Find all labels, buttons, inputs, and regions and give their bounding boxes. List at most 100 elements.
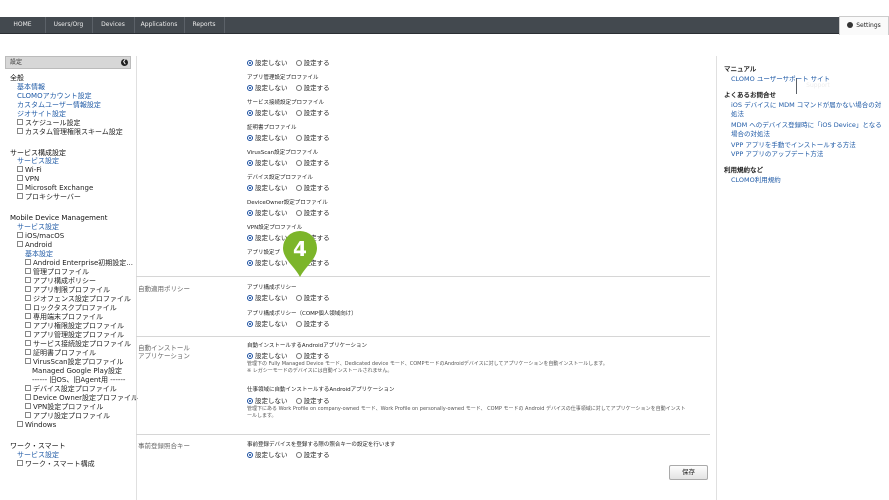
profile-label-app-setting: アプリ設定プ <box>247 250 281 256</box>
radio-off[interactable] <box>247 235 253 241</box>
radio-on[interactable] <box>295 85 302 91</box>
radio-on[interactable] <box>295 185 302 191</box>
radio-on[interactable] <box>295 398 302 404</box>
radio-off[interactable] <box>247 353 253 359</box>
sidebar-item-service-conn[interactable]: サービス接続設定プロファイル <box>25 340 131 349</box>
nav-reports[interactable]: Reports <box>184 17 225 33</box>
sidebar-item-label: 管理プロファイル <box>33 268 89 276</box>
radio-on[interactable] <box>295 110 302 116</box>
nav-users-org[interactable]: Users/Org <box>45 17 93 33</box>
sidebar-item-app-perm[interactable]: アプリ権限設定プロファイル <box>25 322 124 331</box>
faq-link-ios-device-cont[interactable]: 場合の対処法 <box>731 128 770 138</box>
sidebar-item-custom-admin[interactable]: カスタム管理権限スキーム設定 <box>17 128 123 137</box>
sidebar-item-label: Android <box>25 241 53 249</box>
radio-off[interactable] <box>247 398 253 404</box>
profile-label-app-mgmt: アプリ管理設定プロファイル <box>247 75 319 81</box>
sidebar-item-geosite[interactable]: ジオサイト設定 <box>17 110 66 119</box>
sidebar-item-service-settings[interactable]: サービス設定 <box>17 157 59 166</box>
terms-link[interactable]: CLOMO利用規約 <box>731 174 781 184</box>
sidebar-item-android[interactable]: Android <box>17 241 52 250</box>
radio-on[interactable] <box>295 452 302 458</box>
sidebar-item-virusscan[interactable]: VirusScan設定プロファイル <box>25 358 124 367</box>
radio-off[interactable] <box>247 60 253 66</box>
expand-icon <box>25 340 31 346</box>
nav-settings-label: Settings <box>856 22 881 29</box>
nav-settings[interactable]: Settings <box>839 16 889 35</box>
sidebar-item-ae-initial[interactable]: Android Enterprise初期設定... <box>25 259 133 268</box>
manual-link[interactable]: CLOMO ユーザーサポート サイト <box>731 73 830 83</box>
policy-label-app-config-comp: アプリ構成ポリシー（COMP個人領域向け） <box>247 311 357 317</box>
sidebar-item-geofence[interactable]: ジオフェンス設定プロファイル <box>25 295 131 304</box>
sidebar-item-clomo-account[interactable]: CLOMOアカウント設定 <box>17 92 92 101</box>
sidebar-item-dedicated[interactable]: 専用端末プロファイル <box>25 313 103 322</box>
faq-link-mdm-command-cont[interactable]: 処法 <box>731 108 744 118</box>
sidebar-item-proxy[interactable]: プロキシサーバー <box>17 193 81 202</box>
sidebar-item-label: デバイス設定プロファイル <box>33 385 117 393</box>
radio-label: 設定しない <box>255 134 288 142</box>
sidebar-item-vpn[interactable]: VPN <box>17 175 39 184</box>
radio-on[interactable] <box>295 160 302 166</box>
nav-home[interactable]: HOME <box>0 17 46 33</box>
sidebar-item-label: アプリ構成ポリシー <box>33 277 96 285</box>
radio-on[interactable] <box>295 210 302 216</box>
sidebar-item-app-restrict[interactable]: アプリ制限プロファイル <box>25 286 110 295</box>
sidebar-item-lock-task[interactable]: ロックタスクプロファイル <box>25 304 117 313</box>
radio-off[interactable] <box>247 295 253 301</box>
sidebar-item-device-owner[interactable]: Device Owner設定プロファイル <box>25 394 138 403</box>
expand-icon <box>25 412 31 418</box>
radio-on[interactable] <box>295 321 302 327</box>
sidebar-item-vpn-profile[interactable]: VPN設定プロファイル <box>25 403 103 412</box>
sidebar-item-custom-user[interactable]: カスタムユーザー情報設定 <box>17 101 101 110</box>
sidebar-item-app-mgmt[interactable]: アプリ管理設定プロファイル <box>25 331 124 340</box>
sidebar-item-ios-macos[interactable]: iOS/macOS <box>17 232 64 241</box>
sidebar-item-label: アプリ設定プロファイル <box>33 412 110 420</box>
radio-label: 設定しない <box>255 397 288 405</box>
nav-applications[interactable]: Applications <box>134 17 185 33</box>
radio-on[interactable] <box>295 353 302 359</box>
radio-group-top: 設定しない 設定する <box>247 57 330 67</box>
sidebar-item-label: ジオフェンス設定プロファイル <box>33 295 131 303</box>
expand-icon <box>25 313 31 319</box>
radio-off[interactable] <box>247 85 253 91</box>
sidebar-item-exchange[interactable]: Microsoft Exchange <box>17 184 93 193</box>
sidebar-item-schedule[interactable]: スケジュール設定 <box>17 119 81 128</box>
radio-off[interactable] <box>247 210 253 216</box>
sidebar-item-work-smart-service[interactable]: サービス設定 <box>17 451 59 460</box>
radio-off[interactable] <box>247 185 253 191</box>
radio-group-app-mgmt: 設定しない 設定する <box>247 82 330 92</box>
radio-on[interactable] <box>295 135 302 141</box>
expand-icon <box>17 119 23 125</box>
step-marker-number: 4 <box>293 237 307 261</box>
sidebar-item-label: ロックタスクプロファイル <box>33 304 117 312</box>
expand-icon <box>25 268 31 274</box>
sidebar-item-basic-info[interactable]: 基本情報 <box>17 83 45 92</box>
radio-off[interactable] <box>247 452 253 458</box>
radio-on[interactable] <box>295 295 302 301</box>
save-button[interactable]: 保存 <box>669 465 708 480</box>
sidebar-item-work-smart-config[interactable]: ワーク・スマート構成 <box>17 460 95 469</box>
collapse-icon[interactable]: ❮ <box>121 59 128 66</box>
sidebar-item-android-basic[interactable]: 基本設定 <box>25 250 53 259</box>
radio-off[interactable] <box>247 135 253 141</box>
sidebar-item-wifi[interactable]: Wi-Fi <box>17 166 42 175</box>
radio-off[interactable] <box>247 110 253 116</box>
sidebar-item-managed-gp[interactable]: Managed Google Play設定 <box>32 367 122 376</box>
radio-group-app-config-comp: 設定しない 設定する <box>247 318 330 328</box>
radio-on[interactable] <box>295 60 302 66</box>
sidebar-item-app-config-policy[interactable]: アプリ構成ポリシー <box>25 277 96 286</box>
sidebar-item-device-settings[interactable]: デバイス設定プロファイル <box>25 385 117 394</box>
expand-icon <box>25 286 31 292</box>
sidebar-item-mgmt-profile[interactable]: 管理プロファイル <box>25 268 89 277</box>
expand-icon <box>17 128 23 134</box>
sidebar-item-windows[interactable]: Windows <box>17 421 56 430</box>
faq-link-mdm-command[interactable]: iOS デバイスに MDM コマンドが届かない場合の対 <box>731 99 881 109</box>
sidebar-item-label: スケジュール設定 <box>25 119 81 127</box>
sidebar-item-cert-profile[interactable]: 証明書プロファイル <box>25 349 96 358</box>
radio-off[interactable] <box>247 160 253 166</box>
radio-off[interactable] <box>247 321 253 327</box>
sidebar-item-mdm-service-settings[interactable]: サービス設定 <box>17 223 59 232</box>
sidebar-item-app-profile[interactable]: アプリ設定プロファイル <box>25 412 110 421</box>
nav-devices[interactable]: Devices <box>92 17 135 33</box>
radio-off[interactable] <box>247 260 253 266</box>
faq-link-vpp-update[interactable]: VPP アプリのアップデート方法 <box>731 148 823 158</box>
